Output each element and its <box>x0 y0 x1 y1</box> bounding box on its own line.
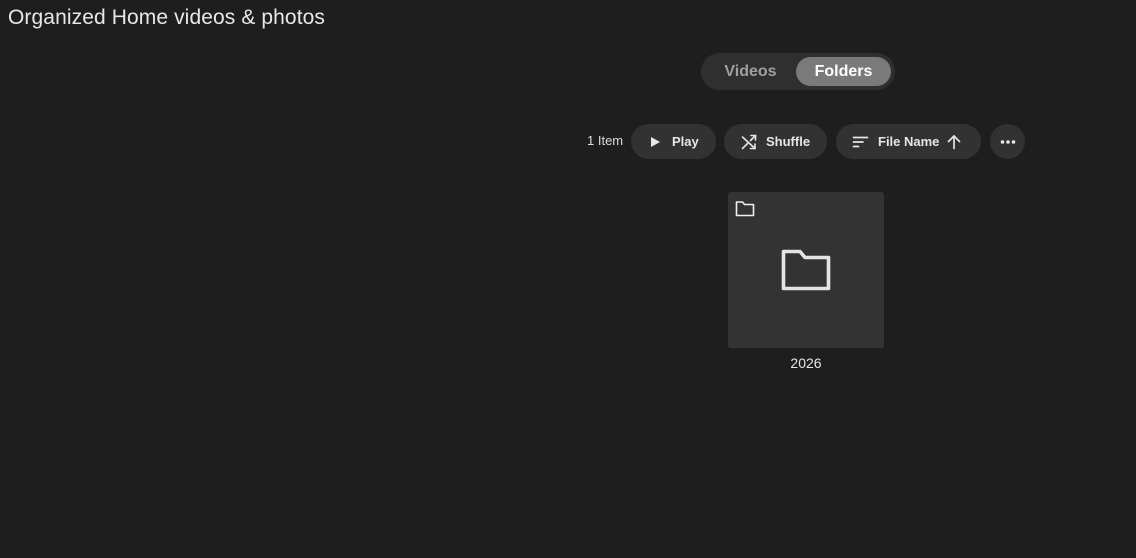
page-title: Organized Home videos & photos <box>8 6 326 29</box>
tab-videos[interactable]: Videos <box>707 57 794 86</box>
play-button[interactable]: Play <box>631 124 716 159</box>
shuffle-icon <box>741 134 757 150</box>
play-button-label: Play <box>672 134 699 149</box>
item-count: 1 Item <box>587 133 624 148</box>
view-tabs: Videos Folders <box>701 53 895 90</box>
sort-button-label: File Name <box>878 134 940 149</box>
arrow-up-icon <box>947 134 961 150</box>
sort-icon <box>852 135 869 149</box>
shuffle-button[interactable]: Shuffle <box>724 124 827 159</box>
folder-badge-icon <box>735 200 755 222</box>
folder-icon <box>781 249 831 296</box>
more-horizontal-icon <box>1000 139 1016 145</box>
more-options-button[interactable] <box>990 124 1025 159</box>
sort-button[interactable]: File Name <box>836 124 981 159</box>
tab-folders[interactable]: Folders <box>796 57 891 86</box>
shuffle-button-label: Shuffle <box>766 134 811 149</box>
folder-name[interactable]: 2026 <box>728 355 884 371</box>
play-icon <box>649 136 661 148</box>
folder-card[interactable] <box>728 192 884 348</box>
